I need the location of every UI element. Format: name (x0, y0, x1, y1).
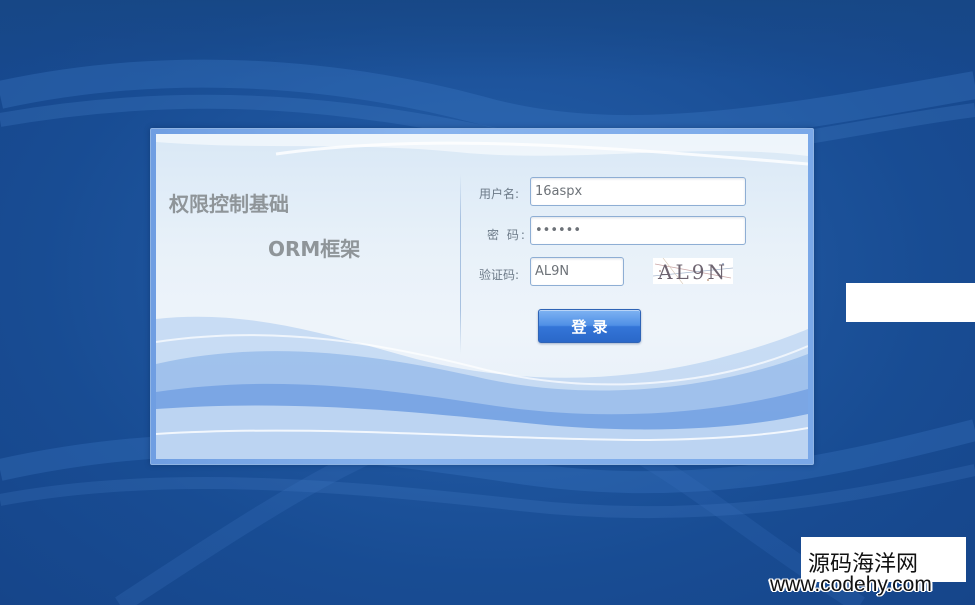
panel-divider (460, 174, 461, 354)
login-panel-body: 权限控制基础 ORM框架 用户名: 密 码: 验证码: AL9N 登录 (156, 134, 808, 459)
captcha-text: AL9N (657, 260, 728, 284)
watermark-site-url: www.codehy.com (770, 573, 932, 596)
site-watermark: 源码海洋网 www.codehy.com (770, 537, 975, 605)
password-input[interactable] (530, 216, 746, 245)
captcha-image[interactable]: AL9N (653, 258, 733, 284)
captcha-input[interactable] (530, 257, 624, 286)
login-panel: 权限控制基础 ORM框架 用户名: 密 码: 验证码: AL9N 登录 (150, 128, 814, 465)
panel-subtitle: ORM框架 (268, 237, 361, 261)
panel-title: 权限控制基础 (169, 192, 289, 216)
login-button[interactable]: 登录 (538, 309, 641, 343)
username-label: 用户名: (479, 187, 520, 201)
captcha-label: 验证码: (479, 268, 520, 282)
password-label: 密 码: (487, 228, 527, 242)
side-blank-box (846, 283, 975, 322)
username-input[interactable] (530, 177, 746, 206)
